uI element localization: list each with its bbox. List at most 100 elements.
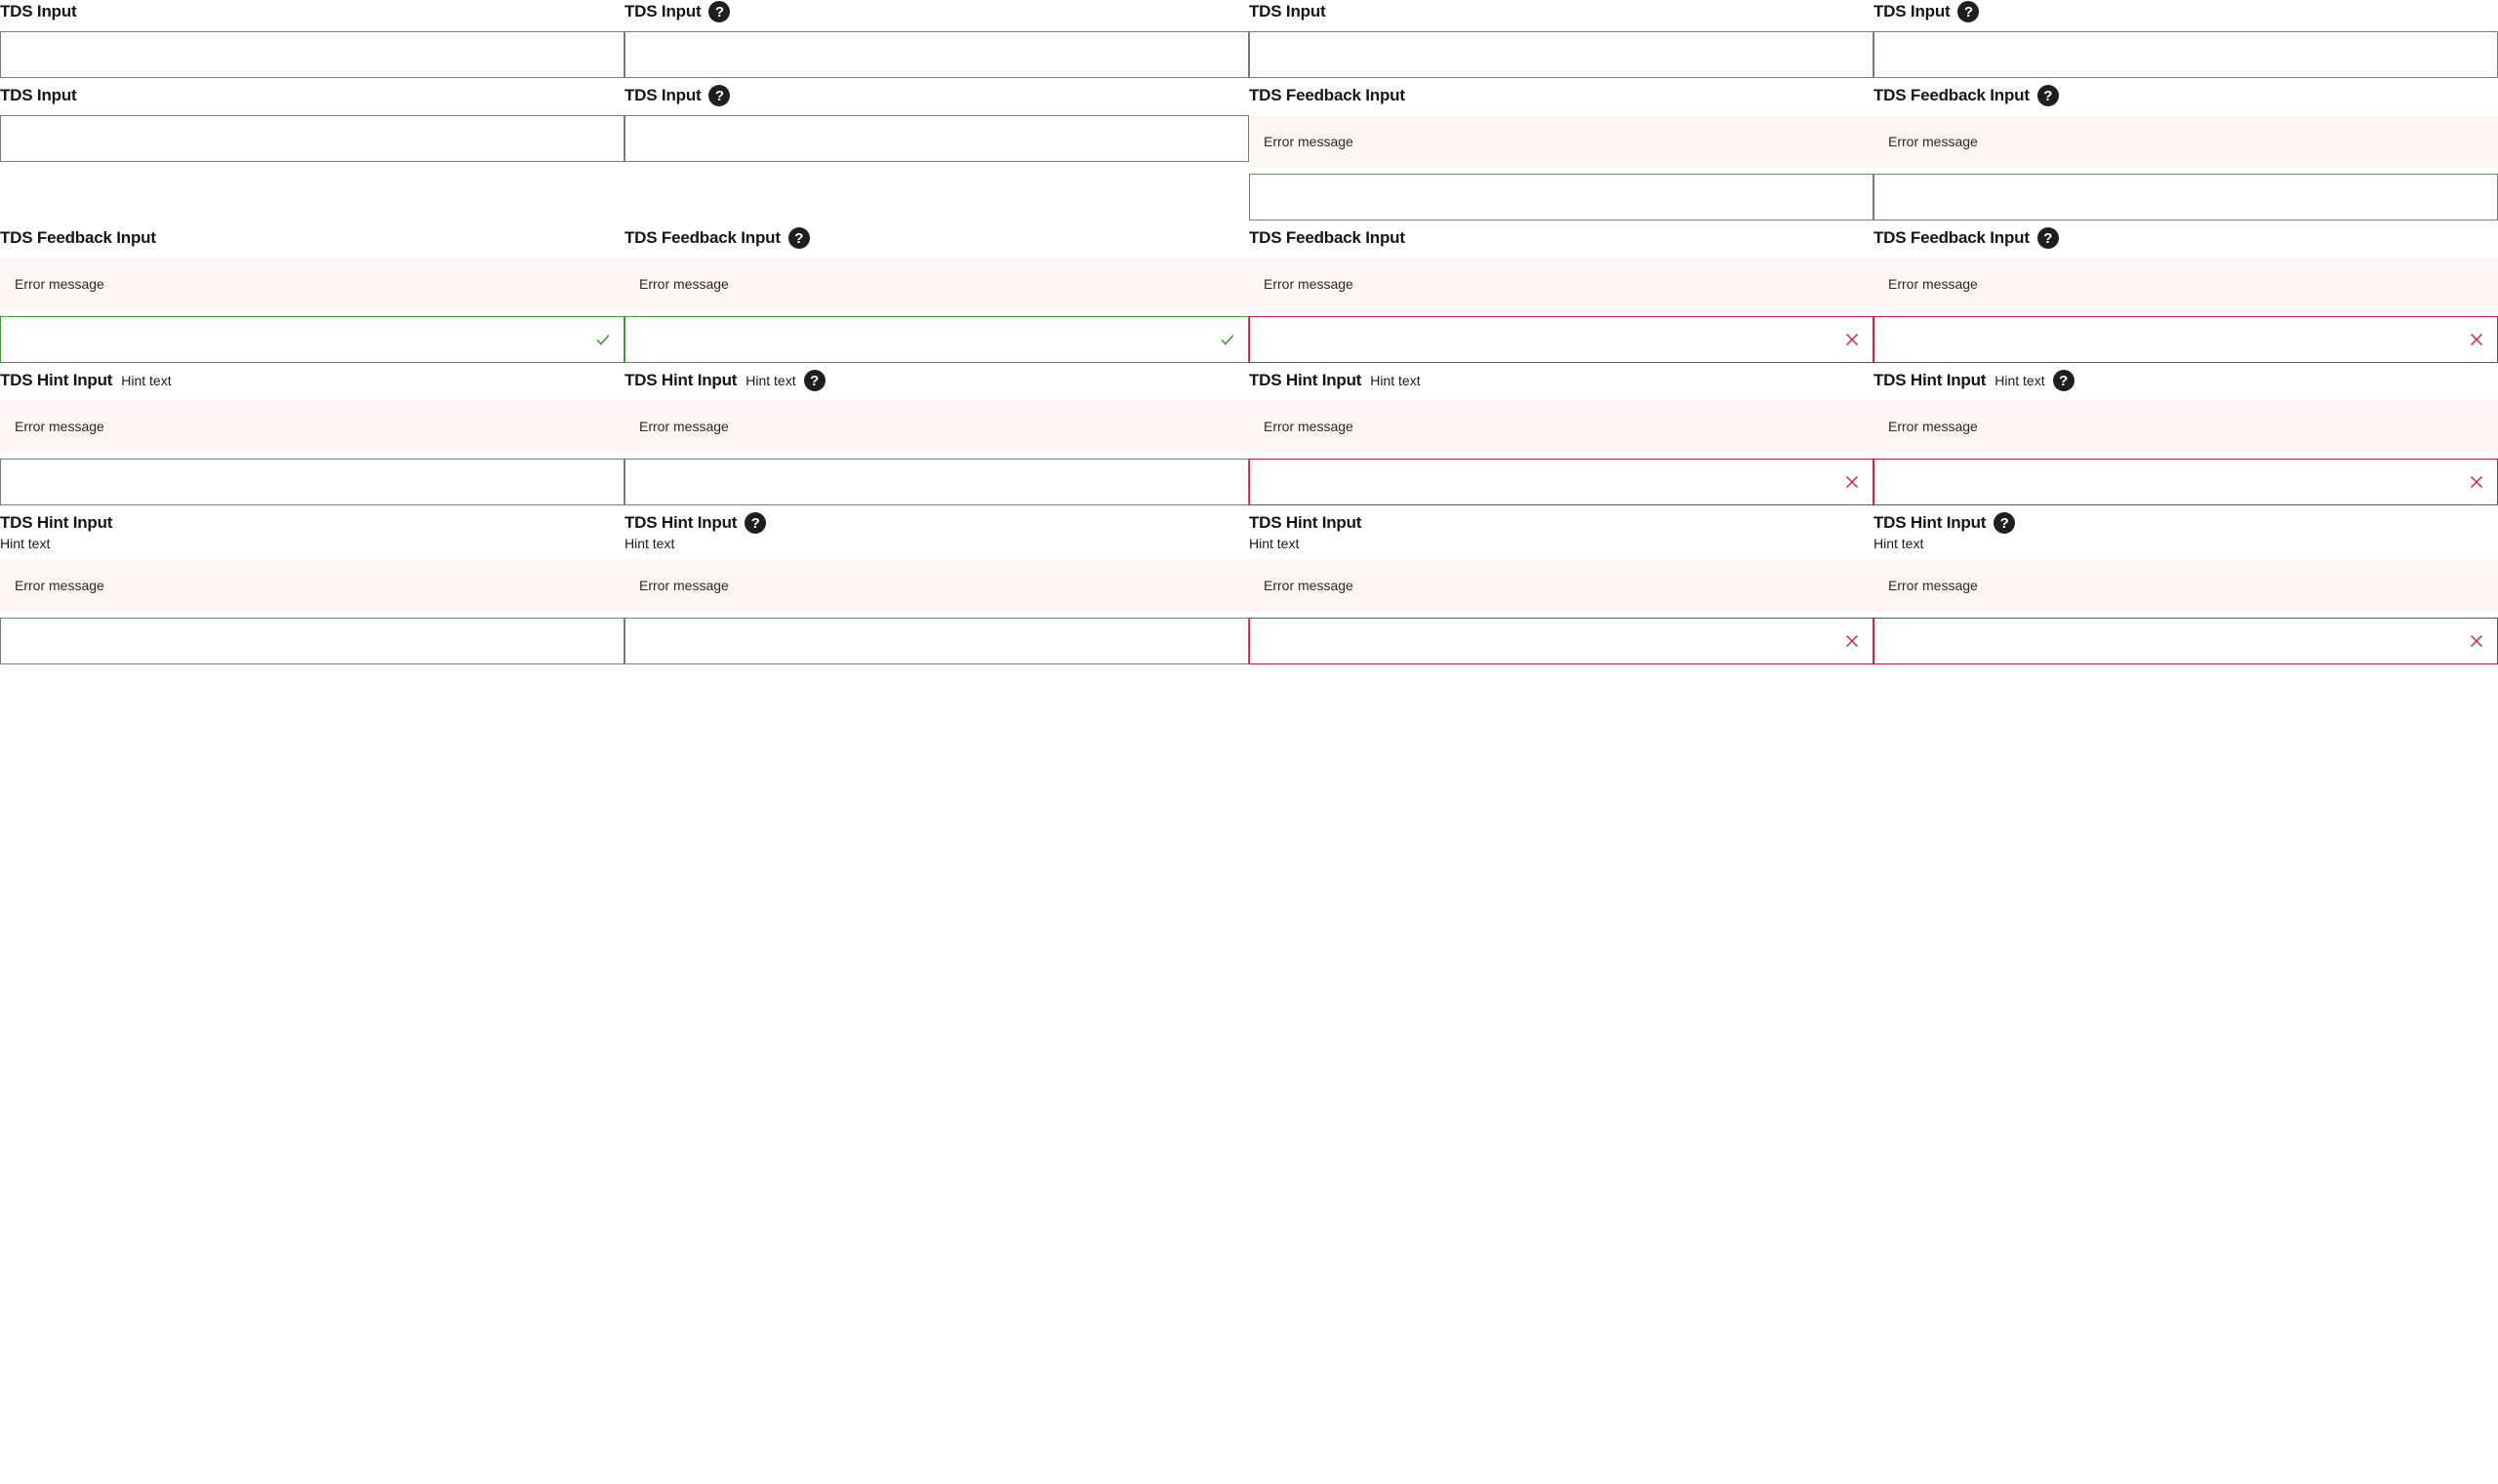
close-x-icon [2468,473,2485,491]
text-input[interactable] [1250,619,1873,663]
text-input[interactable] [625,116,1248,161]
label-row: TDS Hint Input ? [1874,511,2498,535]
help-icon[interactable]: ? [2052,370,2075,391]
text-input[interactable] [1250,32,1873,77]
input-label: TDS Feedback Input [0,228,156,247]
text-input-field[interactable] [0,115,624,162]
input-label: TDS Input [0,86,77,104]
label-row: TDS Input ? [624,0,1249,23]
text-input-field[interactable] [1874,31,2498,78]
text-input[interactable] [1,317,624,362]
text-input[interactable] [625,619,1248,663]
text-input[interactable] [1,460,624,504]
text-input-field[interactable] [0,618,624,664]
text-input[interactable] [1250,460,1873,504]
label-row: TDS Input [0,84,624,107]
checkmark-icon [1219,331,1236,348]
input-label: TDS Input [624,86,702,104]
text-input-field-success[interactable] [0,316,624,363]
text-input-field[interactable] [1249,31,1874,78]
input-cell: TDS Input ? [1874,0,2498,84]
text-input[interactable] [1874,460,2497,504]
text-input-field[interactable] [624,618,1249,664]
hint-text: Hint text [121,373,172,388]
input-label: TDS Feedback Input [624,228,781,247]
text-input-field[interactable] [0,459,624,505]
text-input[interactable] [1874,32,2497,77]
text-input[interactable] [1874,175,2497,220]
text-input-field[interactable] [624,459,1249,505]
label-row: TDS Hint Input Hint text ? [624,369,1249,392]
input-cell: TDS Feedback Input ? Error message [624,226,1249,369]
input-label: TDS Input [0,2,77,20]
input-label: TDS Hint Input [0,371,113,389]
text-input[interactable] [1874,619,2497,663]
text-input-field[interactable] [0,31,624,78]
help-icon[interactable]: ? [2036,85,2059,106]
input-cell: TDS Input ? [624,0,1249,84]
text-input-field[interactable] [1874,174,2498,221]
label-row: TDS Input [1249,0,1874,23]
text-input-field-error[interactable] [1874,618,2498,664]
text-input-field-error[interactable] [1874,316,2498,363]
text-input[interactable] [1874,317,2497,362]
close-x-icon [1843,473,1861,491]
text-input[interactable] [625,460,1248,504]
label-row: TDS Feedback Input ? [1874,84,2498,107]
text-input-field-success[interactable] [624,316,1249,363]
help-icon[interactable]: ? [803,370,826,391]
error-message: Error message [1874,115,2498,168]
error-message: Error message [624,559,1249,612]
error-message: Error message [1874,559,2498,612]
text-input[interactable] [1,32,624,77]
close-x-icon [1843,331,1861,348]
help-icon[interactable]: ? [1994,512,2016,534]
text-input[interactable] [625,317,1248,362]
help-icon[interactable]: ? [708,1,731,22]
input-label: TDS Hint Input [1874,371,1987,389]
label-row: TDS Feedback Input [1249,84,1874,107]
help-icon[interactable]: ? [2036,227,2059,249]
text-input[interactable] [1250,175,1873,220]
hint-text: Hint text [1370,373,1421,388]
text-input-field[interactable] [1249,174,1874,221]
text-input-field-error[interactable] [1249,459,1874,505]
input-label: TDS Feedback Input [1874,86,2030,104]
input-label: TDS Hint Input [1249,371,1362,389]
text-input[interactable] [625,32,1248,77]
error-message: Error message [0,258,624,310]
help-icon[interactable]: ? [745,512,767,534]
text-input-field-error[interactable] [1249,618,1874,664]
input-cell: TDS Hint Input Hint text ? Error message [1874,369,2498,511]
text-input[interactable] [1,619,624,663]
help-icon[interactable]: ? [787,227,810,249]
input-cell: TDS Input [0,0,624,84]
input-label: TDS Input [624,2,702,20]
label-row: TDS Hint Input Hint text [1249,369,1874,392]
hint-text: Hint text [624,536,675,551]
label-row: TDS Input ? [1874,0,2498,23]
text-input-field-error[interactable] [1249,316,1874,363]
input-cell: TDS Hint Input Hint text Error message [0,511,624,672]
error-message: Error message [1249,258,1874,310]
input-label: TDS Input [1249,2,1326,20]
hint-text: Hint text [1249,536,1300,551]
help-icon[interactable]: ? [1957,1,1980,22]
label-row: TDS Feedback Input ? [1874,226,2498,250]
close-x-icon [2468,632,2485,650]
text-input[interactable] [1250,317,1873,362]
text-input-field[interactable] [624,115,1249,162]
input-label: TDS Hint Input [0,513,113,532]
input-cell: TDS Input ? [624,84,1249,226]
help-icon[interactable]: ? [708,85,731,106]
label-row: TDS Input ? [624,84,1249,107]
input-label: TDS Hint Input [1874,513,1987,532]
text-input[interactable] [1,116,624,161]
input-cell: TDS Feedback Input Error message [1249,84,1874,226]
input-cell: TDS Hint Input Hint text ? Error message [624,369,1249,511]
error-message: Error message [1874,258,2498,310]
input-cell: TDS Feedback Input ? Error message [1874,84,2498,226]
text-input-field[interactable] [624,31,1249,78]
error-message: Error message [1874,400,2498,453]
text-input-field-error[interactable] [1874,459,2498,505]
